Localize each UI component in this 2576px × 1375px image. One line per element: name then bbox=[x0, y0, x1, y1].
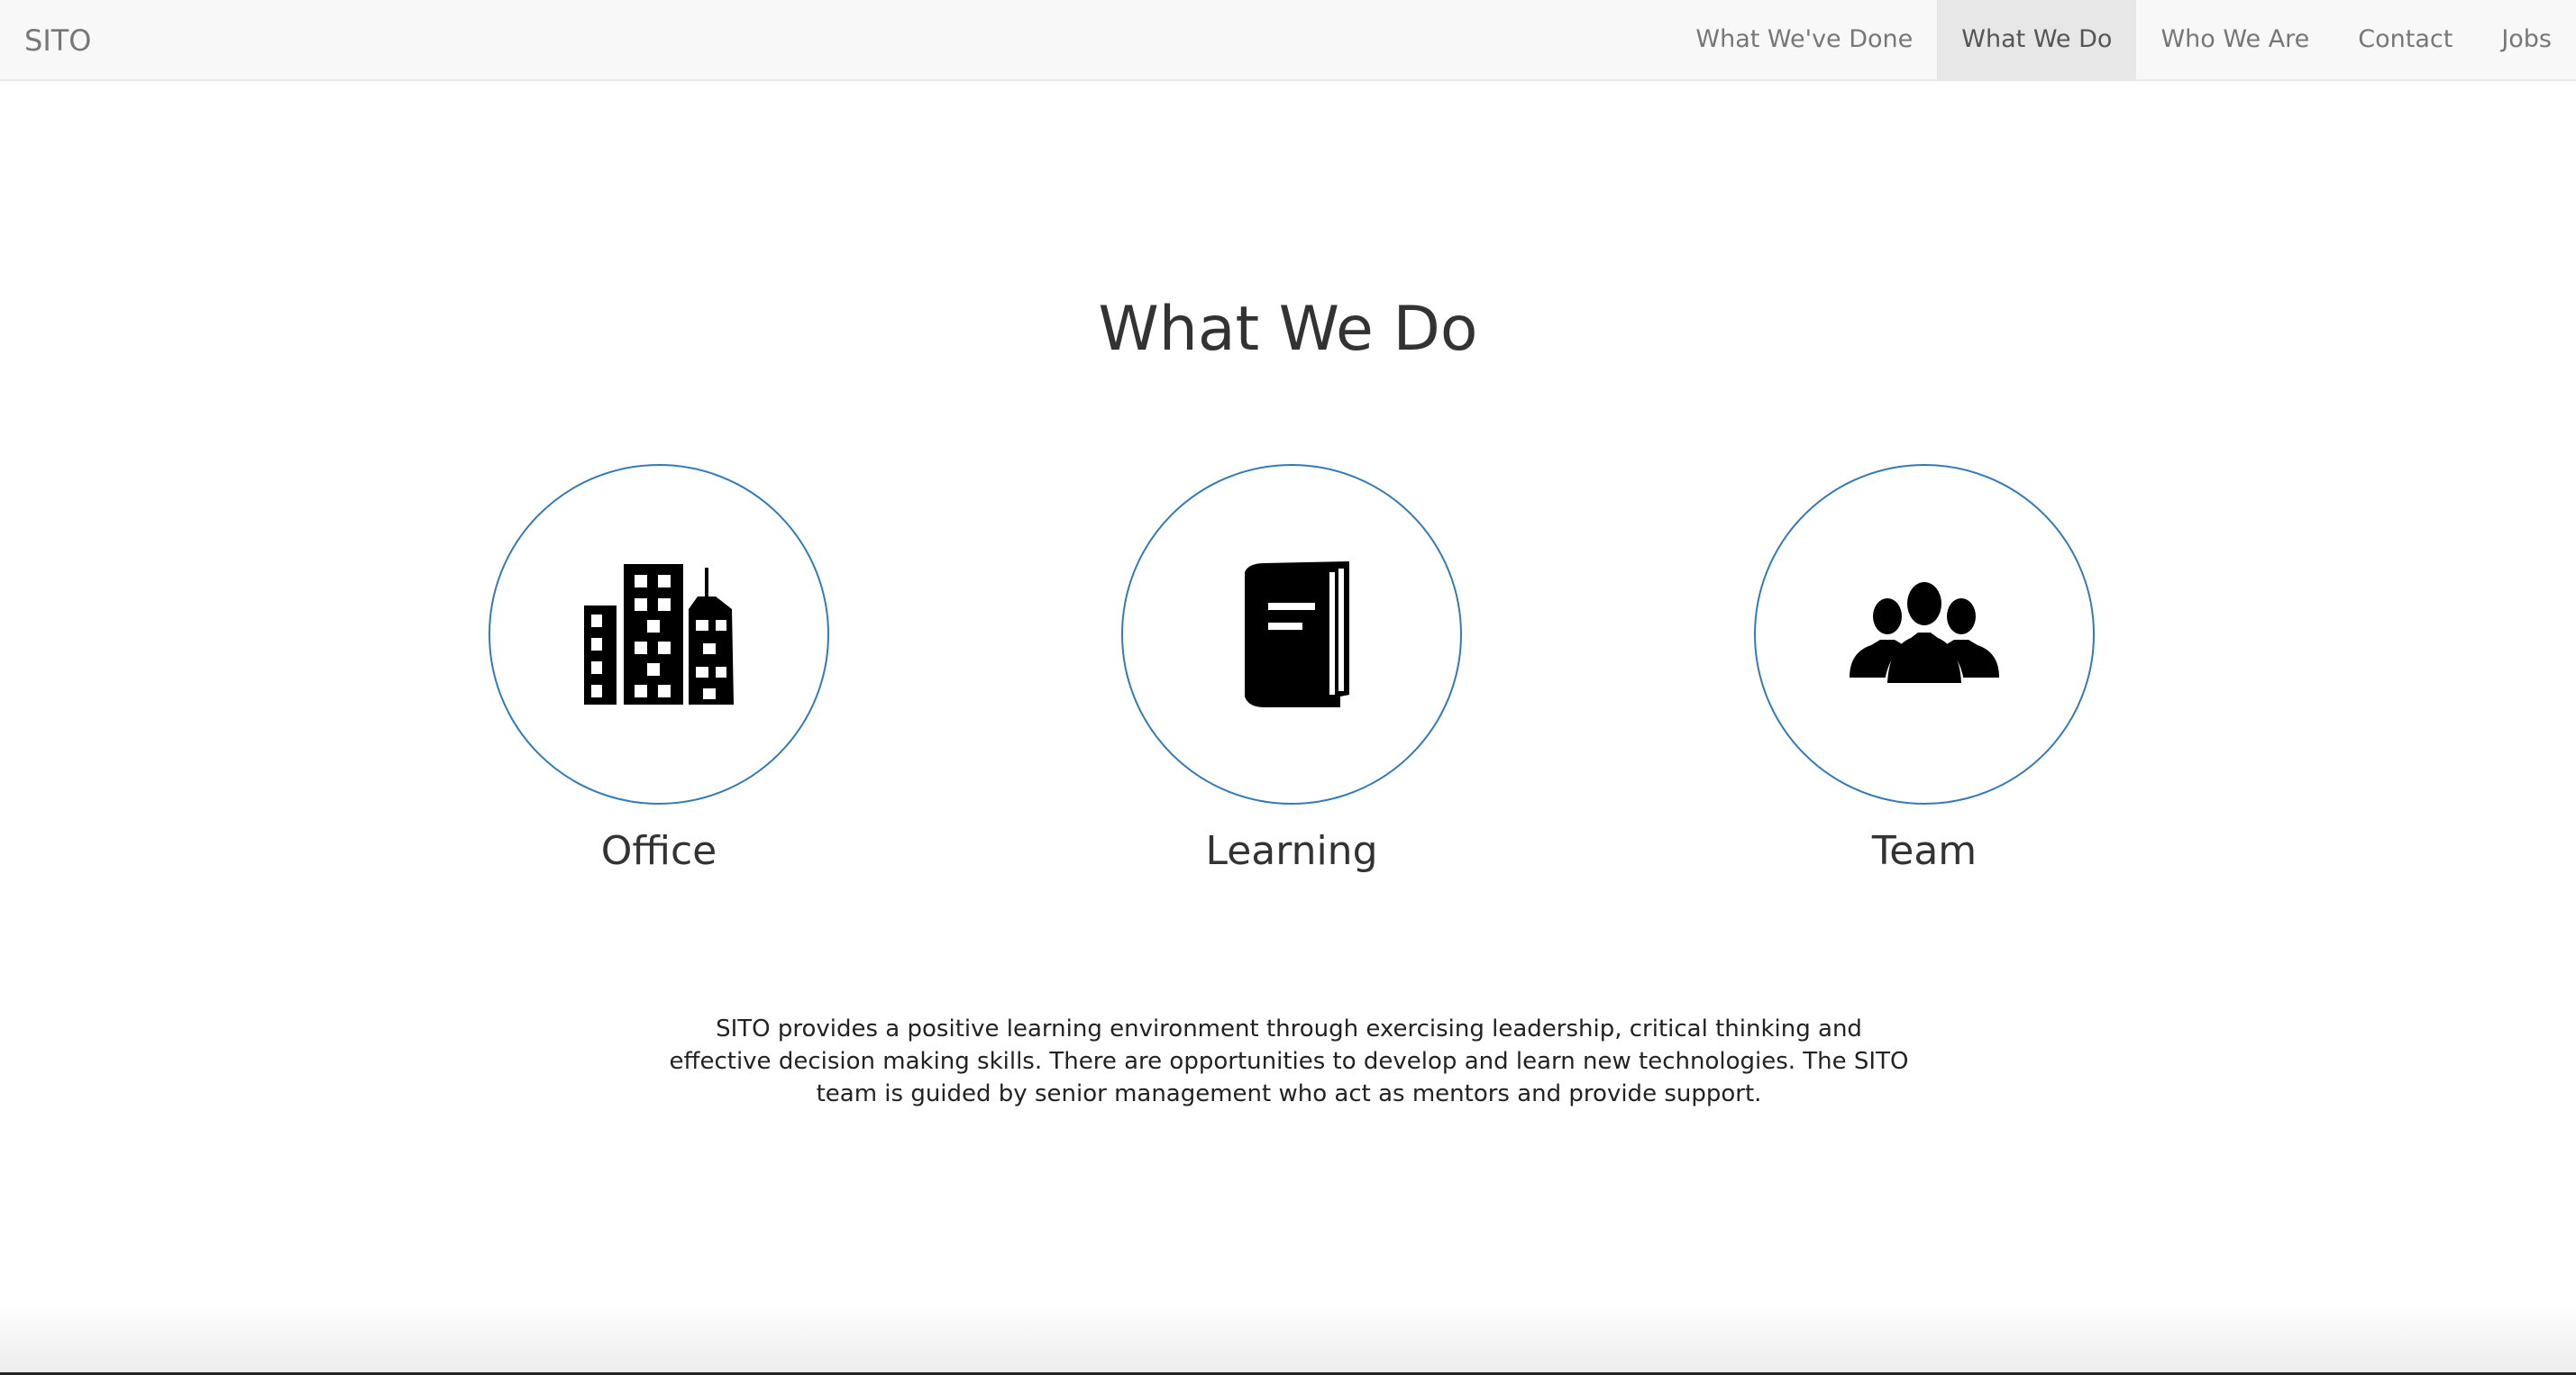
feature-learning: Learning bbox=[1120, 464, 1463, 879]
feature-label-office: Office bbox=[600, 828, 717, 874]
feature-circle bbox=[1121, 464, 1462, 805]
team-icon bbox=[1850, 580, 1999, 688]
feature-circle bbox=[489, 464, 829, 805]
nav-link-jobs[interactable]: Jobs bbox=[2477, 0, 2576, 79]
feature-label-team: Team bbox=[1871, 828, 1978, 874]
nav-link-who-we-are[interactable]: Who We Are bbox=[2136, 0, 2334, 79]
nav-link-what-we-do[interactable]: What We Do bbox=[1937, 0, 2137, 79]
bottom-shadow bbox=[0, 1303, 2576, 1375]
nav-link-what-weve-done[interactable]: What We've Done bbox=[1671, 0, 1937, 79]
nav-links: What We've Done What We Do Who We Are Co… bbox=[1671, 0, 2576, 79]
feature-office: Office bbox=[488, 464, 830, 879]
feature-circle bbox=[1754, 464, 2095, 805]
feature-team: Team bbox=[1753, 464, 2096, 879]
navbar: SITO What We've Done What We Do Who We A… bbox=[0, 0, 2576, 81]
brand-link[interactable]: SITO bbox=[24, 0, 91, 81]
page-title: What We Do bbox=[1098, 294, 1478, 365]
section-description: SITO provides a positive learning enviro… bbox=[669, 1015, 1909, 1107]
office-buildings-icon bbox=[584, 564, 734, 705]
feature-label-learning: Learning bbox=[1205, 828, 1378, 874]
book-icon bbox=[1245, 561, 1349, 707]
nav-link-contact[interactable]: Contact bbox=[2334, 0, 2477, 79]
